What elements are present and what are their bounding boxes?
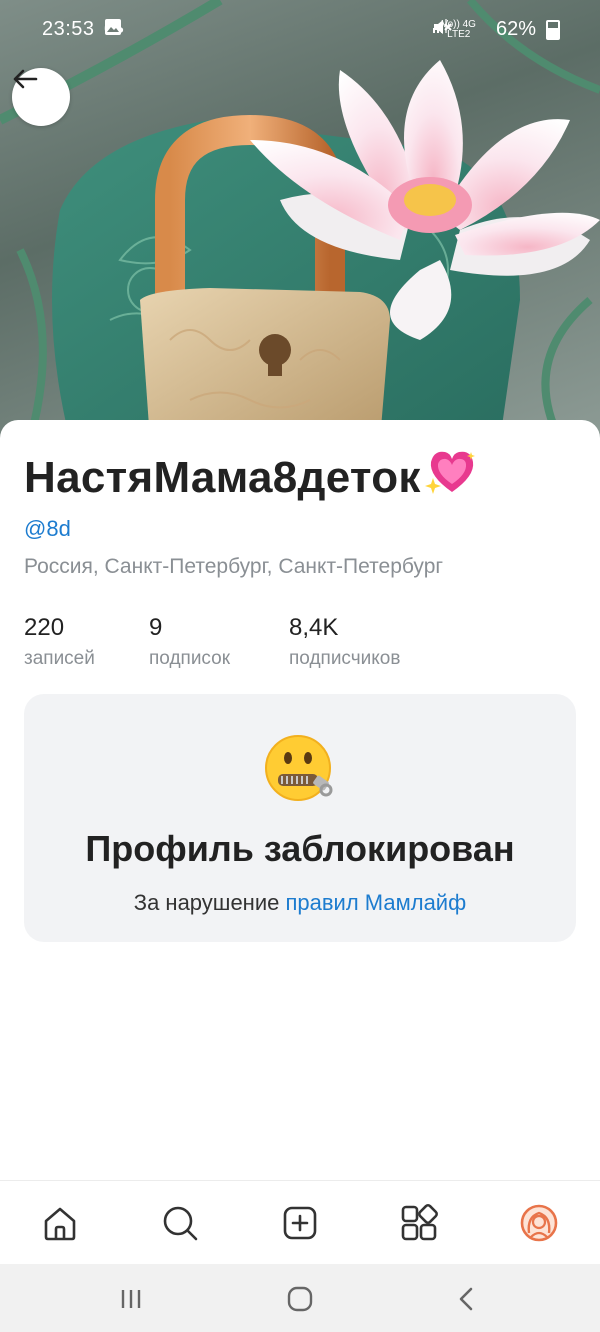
add-icon[interactable] <box>280 1203 320 1243</box>
recent-apps-icon[interactable] <box>116 1284 146 1314</box>
blocked-title: Профиль заблокирован <box>85 828 515 869</box>
stat-followers[interactable]: 8,4K подписчиков <box>289 614 400 670</box>
profile-handle[interactable]: @8d <box>24 516 71 542</box>
services-icon[interactable] <box>399 1203 439 1243</box>
status-bar: 23:53 G Vo)) 4G LTE2 62% <box>0 0 600 60</box>
cover-illustration <box>0 0 600 440</box>
profile-name-row: НастяМама8деток <box>24 448 479 507</box>
stat-following[interactable]: 9 подписок <box>149 614 230 670</box>
profile-name: НастяМама8деток <box>24 452 421 502</box>
stat-label: записей <box>24 648 95 669</box>
blocked-notice-card: Профиль заблокирован За нарушение правил… <box>24 694 576 942</box>
stat-label: подписчиков <box>289 648 401 669</box>
rules-link[interactable]: правил Мамлайф <box>285 890 466 915</box>
profile-sheet: НастяМама8деток @8d Россия, Санкт-Петерб… <box>0 420 600 1180</box>
stat-label: подписок <box>149 648 231 669</box>
profile-location: Россия, Санкт-Петербург, Санкт-Петербург <box>24 555 444 578</box>
back-button[interactable] <box>12 68 70 126</box>
zipper-mouth-face-icon <box>264 734 336 811</box>
stat-value: 8,4K <box>289 614 339 641</box>
system-status: Vo)) 4G LTE2 62% <box>432 18 560 41</box>
bottom-navigation <box>0 1180 600 1265</box>
notification-icons: G <box>104 18 140 41</box>
home-icon[interactable] <box>40 1203 80 1243</box>
back-nav-icon[interactable] <box>452 1284 482 1314</box>
clock: 23:53 <box>42 18 95 40</box>
stat-value: 9 <box>149 614 163 641</box>
profile-icon[interactable] <box>519 1203 559 1243</box>
home-button-icon[interactable] <box>285 1284 315 1314</box>
cover-image: 23:53 G Vo)) 4G LTE2 62% <box>0 0 600 440</box>
stat-posts[interactable]: 220 записей <box>24 614 95 670</box>
stat-value: 220 <box>24 614 65 641</box>
blocked-reason-text: За нарушение <box>133 890 280 915</box>
battery-icon <box>546 19 560 40</box>
search-icon[interactable] <box>160 1203 200 1243</box>
system-navigation-bar <box>0 1264 600 1332</box>
battery-percent: 62% <box>495 18 536 40</box>
sparkling-heart-icon <box>424 448 479 507</box>
blocked-reason: За нарушение правил Мамлайф <box>24 890 576 916</box>
arrow-left-icon <box>13 69 38 89</box>
